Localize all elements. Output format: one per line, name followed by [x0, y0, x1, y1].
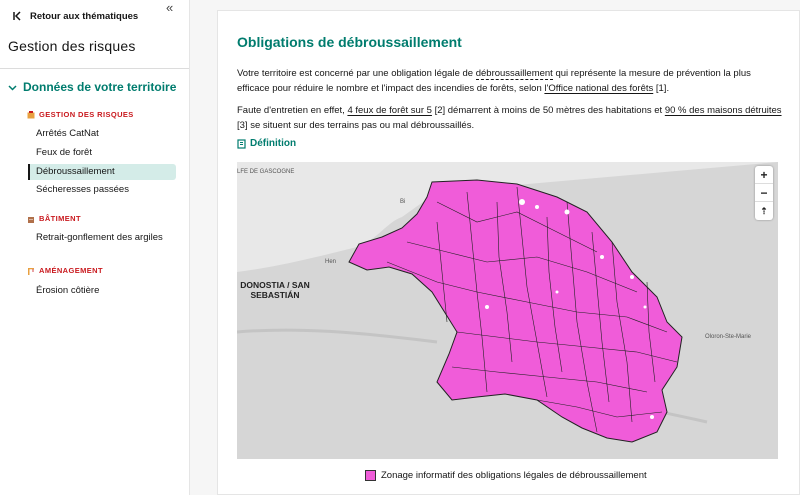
group-label-building: BÂTIMENT	[27, 214, 81, 223]
chevron-down-icon	[8, 84, 17, 91]
sidebar: Retour aux thématiques « Gestion des ris…	[0, 0, 190, 495]
onf-link[interactable]: l'Office national des forêts	[544, 83, 653, 94]
arrow-left-bar-icon	[13, 11, 21, 21]
group-label-text: BÂTIMENT	[39, 214, 81, 223]
sidebar-item-droughts[interactable]: Sécheresses passées	[28, 182, 176, 198]
group-label-risk-management: GESTION DES RISQUES	[27, 110, 134, 119]
fires-stat-link[interactable]: 4 feux de forêt sur 5	[347, 105, 432, 116]
zoom-out-button[interactable]: −	[755, 184, 773, 202]
map-label-san-sebastian: DONOSTIA / SAN SEBASTIÁN	[240, 280, 310, 300]
reset-north-button[interactable]: ⇡	[755, 202, 773, 220]
map-label-oloron: Oloron-Ste-Marie	[705, 334, 752, 340]
map[interactable]: LFE DE GASCOGNE Bi Hen DONOSTIA / SAN SE…	[237, 162, 778, 459]
page-title: Obligations de débroussaillement	[237, 34, 462, 50]
houses-stat-link[interactable]: 90 % des maisons détruites	[665, 105, 782, 116]
text: Faute d'entretien en effet,	[237, 105, 348, 116]
definition-label: Définition	[250, 138, 297, 149]
book-icon	[237, 138, 246, 149]
crane-icon	[28, 267, 34, 275]
group-label-text: GESTION DES RISQUES	[39, 110, 134, 119]
sidebar-title: Gestion des risques	[8, 38, 136, 54]
sidebar-item-coastal-erosion[interactable]: Érosion côtière	[28, 283, 176, 299]
group-label-planning: AMÉNAGEMENT	[27, 266, 103, 275]
back-to-themes-link[interactable]: Retour aux thématiques	[12, 10, 138, 22]
intro-paragraph: Votre territoire est concerné par une ob…	[237, 66, 782, 96]
definition-toggle[interactable]: Définition	[237, 138, 296, 149]
legend-swatch	[365, 470, 376, 481]
map-label-biarritz: Bi	[400, 199, 406, 205]
sidebar-item-catnat[interactable]: Arrêtés CatNat	[28, 126, 176, 142]
sidebar-item-debroussaillement[interactable]: Débroussaillement	[28, 164, 176, 180]
zoom-in-button[interactable]: +	[755, 166, 773, 184]
building-icon	[28, 216, 34, 223]
sidebar-item-clay-shrink-swell[interactable]: Retrait-gonflement des argiles	[28, 230, 176, 246]
group-label-text: AMÉNAGEMENT	[39, 266, 103, 275]
stats-paragraph: Faute d'entretien en effet, 4 feux de fo…	[237, 103, 782, 133]
map-zoom-controls: + − ⇡	[755, 166, 773, 220]
section-toggle-territory-data[interactable]: Données de votre territoire	[8, 80, 176, 94]
divider	[0, 68, 189, 69]
map-label-gulf: LFE DE GASCOGNE	[237, 169, 295, 175]
shield-icon	[27, 110, 35, 118]
back-link-label: Retour aux thématiques	[30, 10, 139, 22]
text: [1].	[653, 83, 670, 94]
map-canvas	[237, 162, 778, 459]
map-legend: Zonage informatif des obligations légale…	[365, 470, 647, 481]
section-label: Données de votre territoire	[23, 80, 177, 94]
text: [2] démarrent à moins de 50 mètres des h…	[431, 105, 665, 116]
collapse-sidebar-icon[interactable]: «	[166, 0, 173, 15]
legend-label: Zonage informatif des obligations légale…	[381, 470, 647, 481]
text: Votre territoire est concerné par une ob…	[237, 68, 476, 79]
text: [3] se situent sur des terrains pas ou m…	[237, 120, 475, 131]
map-label-hendaye: Hen	[325, 259, 337, 265]
sidebar-item-forest-fires[interactable]: Feux de forêt	[28, 145, 176, 161]
debroussaillement-glossary-link[interactable]: débroussaillement	[475, 68, 553, 80]
